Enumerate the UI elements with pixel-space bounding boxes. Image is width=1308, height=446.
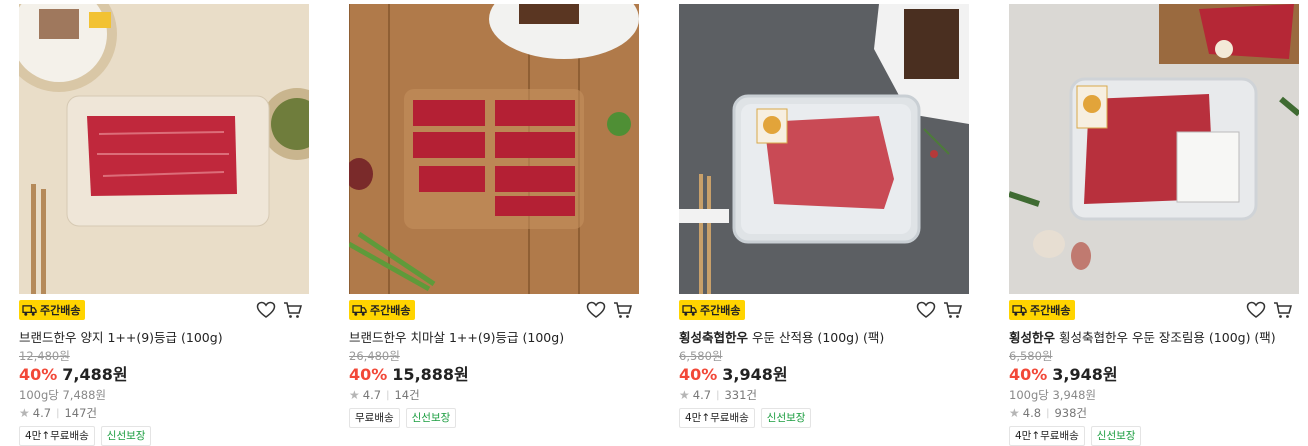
weekly-delivery-badge: 주간배송	[19, 300, 86, 320]
fresh-guarantee-tag: 신선보장	[760, 408, 812, 428]
badge-label: 주간배송	[700, 304, 741, 317]
divider: |	[56, 408, 60, 419]
star-icon: ★	[679, 388, 690, 402]
truck-icon	[22, 304, 37, 316]
product-name: 횡성축협한우 우둔 장조림용 (100g) (팩)	[1055, 330, 1276, 345]
unit-price: 100g당 3,948원	[1009, 388, 1096, 402]
price-row: 40% 15,888원	[349, 364, 639, 386]
sale-price: 15,888원	[392, 365, 469, 384]
original-price: 12,480원	[19, 349, 70, 363]
tag-list: 무료배송 신선보장	[349, 408, 639, 428]
price-row: 40% 7,488원	[19, 364, 309, 386]
badge-row: 주간배송	[19, 300, 309, 322]
product-title[interactable]: 브랜드한우 양지 1++(9)등급 (100g)	[19, 329, 309, 347]
rating-row: ★ 4.7 | 147건	[19, 405, 309, 422]
product-card[interactable]: 주간배송 횡성축협한우 우둔 산적용 (100g) (팩) 6,580원 40%…	[679, 4, 969, 428]
free-shipping-tag: 무료배송	[349, 408, 400, 428]
cart-icon[interactable]	[943, 301, 963, 319]
badge-label: 주간배송	[40, 304, 81, 317]
product-brand: 횡성축협한우	[679, 330, 749, 345]
truck-icon	[352, 304, 367, 316]
discount-rate: 40%	[679, 365, 718, 384]
weekly-delivery-badge: 주간배송	[1009, 300, 1076, 320]
product-card[interactable]: 주간배송 횡성한우 횡성축협한우 우둔 장조림용 (100g) (팩) 6,58…	[1009, 4, 1299, 446]
weekly-delivery-badge: 주간배송	[679, 300, 746, 320]
badge-row: 주간배송	[349, 300, 639, 322]
sale-price: 3,948원	[1052, 365, 1118, 384]
product-image[interactable]	[1009, 4, 1299, 294]
product-card[interactable]: 주간배송 브랜드한우 치마살 1++(9)등급 (100g) 26,480원 4…	[349, 4, 639, 428]
cart-icon[interactable]	[613, 301, 633, 319]
rating-score: 4.8	[1022, 406, 1042, 420]
discount-rate: 40%	[19, 365, 58, 384]
badge-label: 주간배송	[370, 304, 411, 317]
product-name: 우둔 산적용 (100g) (팩)	[748, 330, 885, 345]
rating-row: ★ 4.7 | 14건	[349, 387, 639, 404]
price-row: 40% 3,948원	[1009, 364, 1299, 386]
fresh-guarantee-tag: 신선보장	[1090, 426, 1142, 446]
star-icon: ★	[349, 388, 360, 402]
review-count: 331건	[724, 388, 757, 402]
product-name: 브랜드한우 양지 1++(9)등급 (100g)	[19, 330, 223, 345]
rating-row: ★ 4.7 | 331건	[679, 387, 969, 404]
rating-row: ★ 4.8 | 938건	[1009, 405, 1299, 422]
sale-price: 3,948원	[722, 365, 788, 384]
unit-price: 100g당 7,488원	[19, 388, 106, 402]
heart-icon[interactable]	[256, 301, 276, 319]
discount-rate: 40%	[349, 365, 388, 384]
product-card[interactable]: 주간배송 브랜드한우 양지 1++(9)등급 (100g) 12,480원 40…	[19, 4, 309, 446]
truck-icon	[1012, 304, 1027, 316]
rating-score: 4.7	[362, 388, 382, 402]
truck-icon	[682, 304, 697, 316]
heart-icon[interactable]	[586, 301, 606, 319]
fresh-guarantee-tag: 신선보장	[405, 408, 457, 428]
tag-list: 4만↑무료배송 신선보장	[19, 426, 309, 446]
cart-icon[interactable]	[283, 301, 303, 319]
sale-price: 7,488원	[62, 365, 128, 384]
review-count: 14건	[394, 388, 420, 402]
rating-score: 4.7	[32, 406, 52, 420]
product-image[interactable]	[349, 4, 639, 294]
divider: |	[1046, 408, 1050, 419]
product-title[interactable]: 횡성한우 횡성축협한우 우둔 장조림용 (100g) (팩)	[1009, 329, 1299, 347]
product-brand: 횡성한우	[1009, 330, 1056, 345]
badge-row: 주간배송	[1009, 300, 1299, 322]
fresh-guarantee-tag: 신선보장	[100, 426, 152, 446]
review-count: 938건	[1054, 406, 1087, 420]
free-shipping-tag: 4만↑무료배송	[19, 426, 95, 446]
product-image[interactable]	[19, 4, 309, 294]
weekly-delivery-badge: 주간배송	[349, 300, 416, 320]
cart-icon[interactable]	[1273, 301, 1293, 319]
tag-list: 4만↑무료배송 신선보장	[1009, 426, 1299, 446]
tag-list: 4만↑무료배송 신선보장	[679, 408, 969, 428]
original-price: 6,580원	[1009, 349, 1053, 363]
product-grid: 주간배송 브랜드한우 양지 1++(9)등급 (100g) 12,480원 40…	[0, 0, 1308, 446]
price-row: 40% 3,948원	[679, 364, 969, 386]
review-count: 147건	[64, 406, 97, 420]
heart-icon[interactable]	[1246, 301, 1266, 319]
badge-row: 주간배송	[679, 300, 969, 322]
badge-label: 주간배송	[1030, 304, 1071, 317]
original-price: 26,480원	[349, 349, 400, 363]
rating-score: 4.7	[692, 388, 712, 402]
product-image[interactable]	[679, 4, 969, 294]
star-icon: ★	[1009, 406, 1020, 420]
heart-icon[interactable]	[916, 301, 936, 319]
free-shipping-tag: 4만↑무료배송	[679, 408, 755, 428]
discount-rate: 40%	[1009, 365, 1048, 384]
product-title[interactable]: 브랜드한우 치마살 1++(9)등급 (100g)	[349, 329, 639, 347]
star-icon: ★	[19, 406, 30, 420]
original-price: 6,580원	[679, 349, 723, 363]
divider: |	[386, 390, 390, 401]
product-name: 브랜드한우 치마살 1++(9)등급 (100g)	[349, 330, 565, 345]
product-title[interactable]: 횡성축협한우 우둔 산적용 (100g) (팩)	[679, 329, 969, 347]
divider: |	[716, 390, 720, 401]
free-shipping-tag: 4만↑무료배송	[1009, 426, 1085, 446]
